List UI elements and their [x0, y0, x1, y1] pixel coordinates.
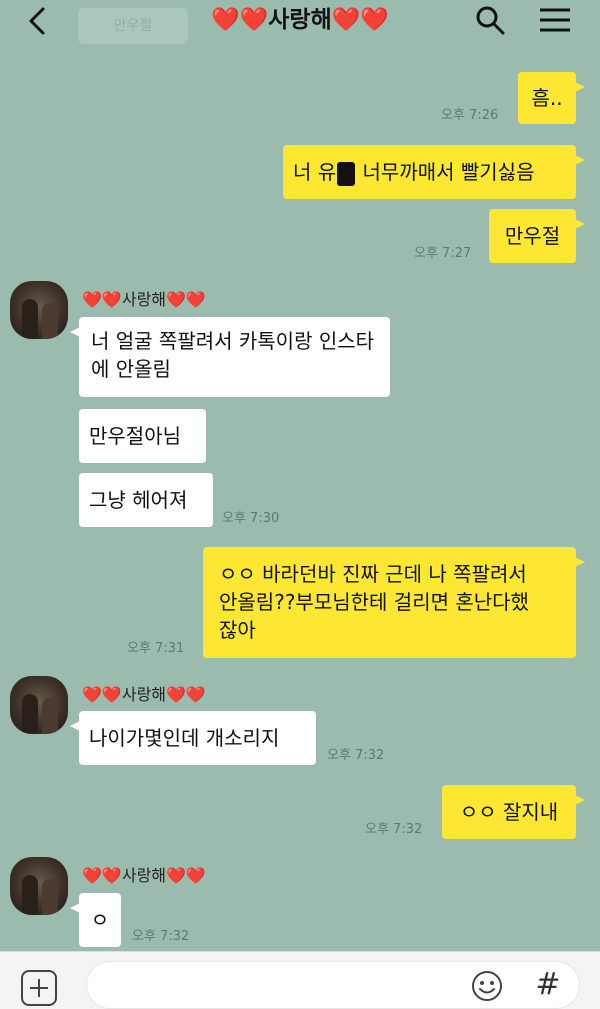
friend-message-bubble[interactable]: 너 얼굴 쪽팔려서 카톡이랑 인스타 에 안올림 [70, 317, 390, 397]
notice-banner[interactable]: 만우절 [78, 8, 188, 44]
message-text: 그냥 헤어져 [89, 488, 188, 512]
search-icon[interactable] [474, 4, 506, 36]
message-text: 흠.. [531, 86, 563, 110]
my-message-bubble[interactable]: 너 유 너무까매서 빨기싫음 [283, 145, 585, 199]
message-text: 너무까매서 빨기싫음 [356, 160, 535, 184]
sender-name: ❤️❤️사랑해❤️❤️ [82, 685, 206, 704]
friend-message-bubble[interactable]: 만우절아님 [79, 409, 206, 463]
message-time: 오후 7:30 [222, 511, 280, 526]
message-text: 만우절아님 [89, 424, 181, 448]
message-time: 오후 7:32 [365, 822, 423, 837]
friend-message-bubble[interactable]: 그냥 헤어져 [79, 473, 213, 527]
message-text: ㅇ [90, 908, 110, 932]
message-text: ㅇㅇ 잘지내 [459, 800, 559, 824]
message-time: 오후 7:26 [441, 108, 499, 123]
my-message-bubble[interactable]: ㅇㅇ 잘지내 [442, 785, 585, 839]
message-time: 오후 7:31 [127, 641, 185, 656]
title-hearts-right: ❤️❤️ [331, 7, 390, 33]
title-text: 사랑해 [268, 7, 332, 33]
plus-icon[interactable] [20, 969, 58, 1007]
hash-icon[interactable]: # [533, 966, 563, 1004]
my-message-bubble[interactable]: ㅇㅇ 바라던바 진짜 근데 나 쪽팔려서 안올림??부모님한테 걸리면 혼난다했… [203, 547, 585, 658]
back-arrow-icon[interactable] [24, 4, 50, 38]
message-text: 너 얼굴 쪽팔려서 카톡이랑 인스타 [91, 329, 375, 353]
message-text: 너 유 [293, 160, 337, 184]
message-input-bar: # [0, 951, 600, 1009]
menu-icon[interactable] [537, 4, 573, 36]
friend-avatar[interactable] [10, 676, 68, 734]
friend-message-bubble[interactable]: ㅇ [70, 893, 121, 947]
my-message-bubble[interactable]: 만우절 [489, 209, 585, 263]
message-text: 에 안올림 [91, 357, 171, 381]
message-text: 나이가몇인데 개소리지 [89, 726, 280, 750]
sender-name: ❤️❤️사랑해❤️❤️ [82, 290, 206, 309]
emoji-icon[interactable] [470, 969, 504, 1003]
message-time: 오후 7:32 [132, 929, 190, 944]
title-hearts-left: ❤️❤️ [210, 7, 269, 33]
chat-title: ❤️❤️사랑해❤️❤️ [190, 4, 410, 36]
message-text: 잖아 [219, 618, 256, 642]
message-text: 만우절 [504, 224, 561, 248]
message-time: 오후 7:32 [327, 748, 385, 763]
sender-name: ❤️❤️사랑해❤️❤️ [82, 866, 206, 885]
message-input[interactable]: # [86, 961, 580, 1009]
friend-avatar[interactable] [10, 281, 68, 339]
redacted-mark [337, 161, 356, 186]
message-time: 오후 7:27 [414, 246, 472, 261]
friend-message-bubble[interactable]: 나이가몇인데 개소리지 [70, 711, 316, 765]
message-text: ㅇㅇ 바라던바 진짜 근데 나 쪽팔려서 [219, 562, 527, 586]
my-message-bubble[interactable]: 흠.. [518, 72, 585, 124]
chat-header: 만우절 ❤️❤️사랑해❤️❤️ [0, 0, 600, 46]
message-text: 안올림??부모님한테 걸리면 혼난다했 [219, 590, 529, 614]
friend-avatar[interactable] [10, 857, 68, 915]
